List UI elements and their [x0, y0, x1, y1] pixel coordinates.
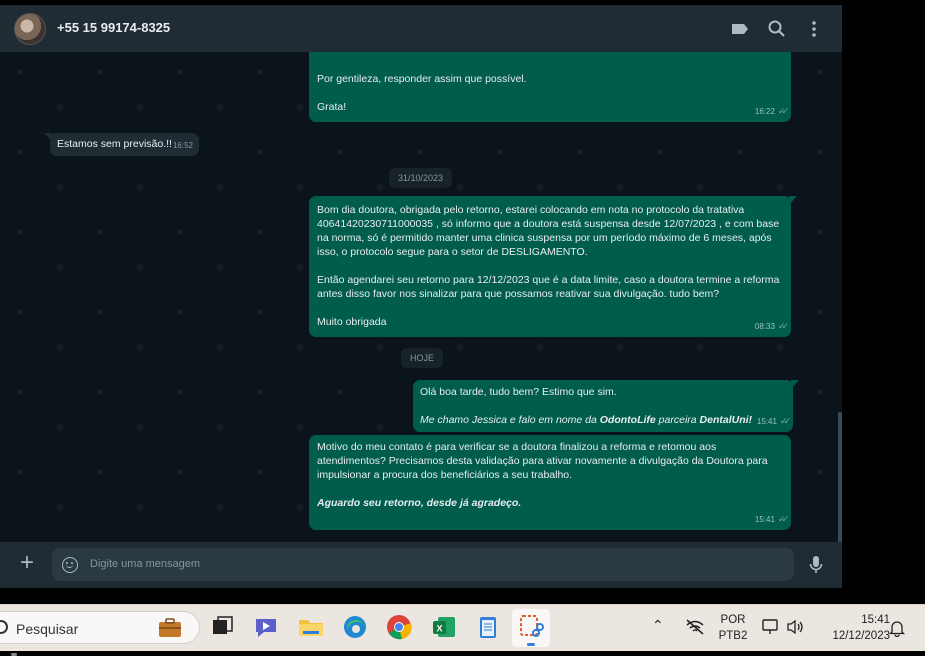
menu-icon[interactable] [803, 18, 825, 40]
briefcase-icon [159, 618, 181, 637]
clock[interactable]: 15:41 12/12/2023 [812, 612, 890, 644]
chat-header[interactable]: +55 15 99174-8325 [0, 5, 842, 52]
message-outgoing[interactable]: Por gentileza, responder assim que possí… [309, 52, 791, 122]
chevron-up-icon[interactable]: ⌃ [652, 617, 664, 633]
double-check-icon: ✓✓ [777, 106, 789, 116]
double-check-icon: ✓✓ [777, 321, 789, 331]
edge-browser-icon[interactable] [341, 613, 369, 641]
date-chip: HOJE [401, 348, 444, 368]
message-text: Me chamo Jessica e falo em nome da Odont… [420, 414, 753, 426]
message-time: 16:22 [754, 107, 775, 116]
svg-text:X: X [436, 624, 442, 634]
keyboard-language[interactable]: POR PTB2 [717, 612, 749, 644]
message-incoming[interactable]: Estamos sem previsão.!! 16:52 [44, 133, 199, 156]
notepad-icon[interactable] [474, 613, 502, 641]
message-outgoing[interactable]: Bom dia doutora, obrigada pelo retorno, … [309, 196, 797, 337]
whatsapp-window: +55 15 99174-8325 Por gentileza, respond… [0, 5, 842, 588]
double-check-icon: ✓✓ [777, 514, 789, 524]
message-text: Motivo do meu contato é para verificar s… [317, 441, 771, 481]
message-time: 08:33 [754, 322, 775, 331]
date-chip: 31/10/2023 [389, 168, 453, 188]
scrollbar[interactable] [838, 412, 842, 542]
excel-icon[interactable]: X [430, 613, 458, 641]
contact-name[interactable]: +55 15 99174-8325 [57, 20, 170, 35]
file-explorer-icon[interactable] [297, 613, 325, 641]
display-icon[interactable] [762, 618, 780, 636]
snipping-tool-icon [520, 615, 544, 637]
message-time: 16:52 [172, 141, 193, 150]
message-text: Olá boa tarde, tudo bem? Estimo que sim. [420, 386, 617, 398]
message-text: Bom dia doutora, obrigada pelo retorno, … [317, 204, 780, 328]
chat-app-icon[interactable] [252, 613, 280, 641]
message-time: 15:41 [756, 417, 777, 426]
double-check-icon: ✓✓ [779, 416, 791, 426]
network-icon[interactable] [685, 618, 705, 636]
label-icon[interactable] [729, 18, 751, 40]
message-placeholder: Digite uma mensagem [90, 558, 201, 570]
message-outgoing[interactable]: Motivo do meu contato é para verificar s… [309, 435, 791, 530]
avatar[interactable] [14, 13, 46, 45]
search-icon [0, 620, 8, 634]
search-icon[interactable] [766, 18, 788, 40]
microphone-icon[interactable] [807, 554, 825, 576]
chrome-icon[interactable] [385, 613, 413, 641]
message-text: Estamos sem previsão.!! [57, 138, 172, 150]
snipping-tool-button[interactable] [512, 609, 550, 647]
windows-taskbar: Pesquisar X ⌃ POR PTB2 15:41 12/12/2023 [0, 604, 925, 656]
chat-area[interactable]: Por gentileza, responder assim que possí… [0, 52, 842, 542]
taskbar-search[interactable]: Pesquisar [0, 611, 200, 644]
desktop-background [842, 0, 925, 604]
message-time: 15:41 [754, 515, 775, 524]
notification-bell-icon[interactable] [889, 619, 905, 637]
search-input[interactable]: Pesquisar [16, 621, 78, 637]
attach-plus-icon[interactable]: + [20, 551, 34, 575]
volume-icon[interactable] [786, 618, 804, 636]
message-input[interactable]: Digite uma mensagem [52, 548, 794, 581]
composer-bar: + Digite uma mensagem [0, 542, 842, 588]
message-text: Por gentileza, responder assim que possí… [317, 73, 527, 113]
task-view-icon[interactable] [208, 613, 236, 641]
message-outgoing[interactable]: Olá boa tarde, tudo bem? Estimo que sim.… [413, 380, 799, 432]
message-text: Aguardo seu retorno, desde já agradeço. [317, 497, 522, 509]
emoji-icon[interactable] [62, 557, 78, 573]
